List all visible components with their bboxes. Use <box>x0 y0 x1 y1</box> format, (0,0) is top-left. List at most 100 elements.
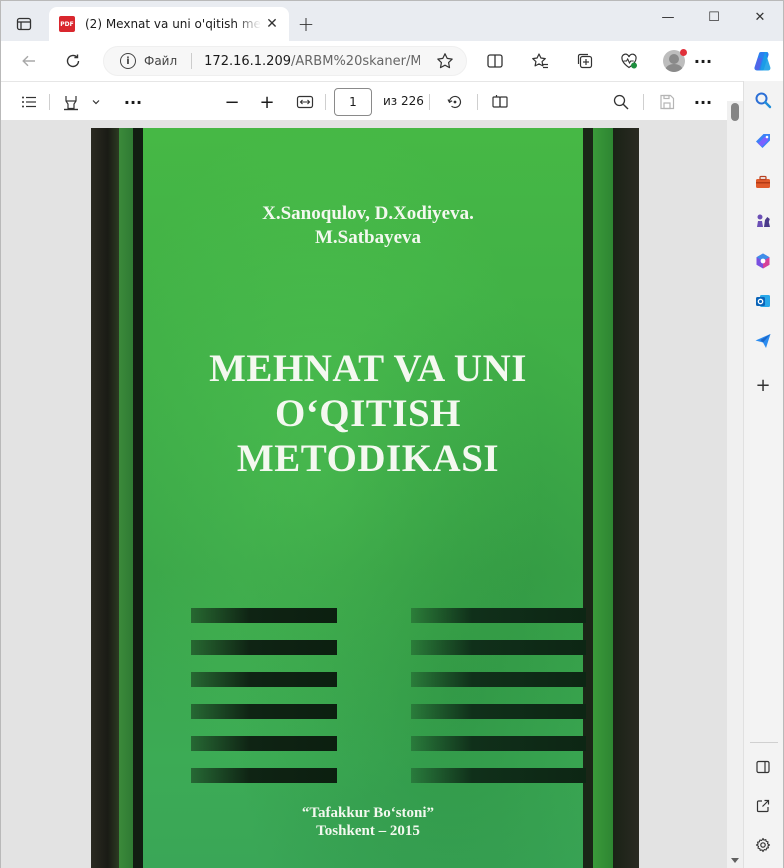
tab-actions-button[interactable] <box>11 11 37 37</box>
toolbox-icon <box>756 175 770 188</box>
sidebar-office-button[interactable] <box>752 250 774 272</box>
fit-width-icon <box>296 95 314 109</box>
vertical-scrollbar[interactable] <box>727 101 743 868</box>
search-icon <box>755 92 772 109</box>
sidebar-outlook-button[interactable] <box>752 290 774 312</box>
info-icon[interactable]: i <box>120 53 136 69</box>
publisher-line: “Tafakkur Bo‘stoni” <box>301 805 435 821</box>
minimize-button[interactable]: — <box>645 1 691 33</box>
decor-bar <box>191 608 337 623</box>
find-button[interactable] <box>609 90 633 114</box>
scheme-label: Файл <box>144 54 178 68</box>
close-window-button[interactable]: ✕ <box>737 1 783 33</box>
decorative-bars-right <box>411 608 586 800</box>
sidebar-search-button[interactable] <box>752 89 774 111</box>
fit-width-button[interactable] <box>293 90 317 114</box>
split-screen-icon <box>487 54 503 68</box>
refresh-button[interactable] <box>59 47 87 75</box>
pdf-viewport[interactable]: X.Sanoqulov, D.Xodiyeva. M.Satbayeva MEH… <box>1 121 727 868</box>
tab-actions-icon <box>16 17 32 31</box>
authors-line: M.Satbayeva <box>314 227 422 248</box>
search-icon <box>613 94 629 110</box>
page-view-button[interactable] <box>488 90 512 114</box>
sidebar-settings-button[interactable] <box>752 834 774 856</box>
collections-button[interactable] <box>575 51 595 71</box>
favorite-star-button[interactable] <box>436 52 454 74</box>
decor-bar <box>191 768 337 783</box>
navigation-bar: i Файл 172.16.1.209/ARBM%20skaner/M... ·… <box>1 41 783 81</box>
decor-bar <box>411 736 586 751</box>
list-icon <box>22 96 36 108</box>
copilot-button[interactable] <box>751 49 775 73</box>
minus-icon: − <box>224 91 240 113</box>
external-link-icon <box>756 799 770 813</box>
decor-bar <box>191 640 337 655</box>
page-view-icon <box>492 95 508 108</box>
url-text[interactable]: 172.16.1.209/ARBM%20skaner/M... <box>204 54 420 69</box>
authors-line: X.Sanoqulov, D.Xodiyeva. <box>262 203 474 224</box>
favorites-icon <box>532 53 548 69</box>
pdf-toolbar: ··· − + 1 из 226 ··· <box>1 81 743 121</box>
decor-bar <box>411 640 586 655</box>
save-button[interactable] <box>655 90 679 114</box>
address-bar[interactable]: i Файл 172.16.1.209/ARBM%20skaner/M... <box>103 46 467 76</box>
cover-stripe <box>133 128 143 868</box>
save-icon <box>660 94 675 110</box>
send-icon <box>755 334 771 348</box>
new-tab-button[interactable]: + <box>295 12 317 36</box>
highlight-button[interactable] <box>59 90 83 114</box>
pdf-more-button[interactable]: ··· <box>691 90 715 114</box>
tab-strip: PDF (2) Mexnat va uni o'qitish metodikas… <box>1 1 783 41</box>
decor-bar <box>411 768 586 783</box>
back-button[interactable] <box>15 47 43 75</box>
profile-notification-dot <box>680 49 687 56</box>
address-separator <box>191 53 193 69</box>
more-tools-button[interactable]: ··· <box>121 90 145 114</box>
edge-sidebar: + <box>743 81 783 868</box>
more-icon: ··· <box>693 51 713 71</box>
tab-close-button[interactable]: ✕ <box>263 15 281 33</box>
sidebar-shopping-button[interactable] <box>752 130 774 152</box>
more-icon: ··· <box>693 92 713 112</box>
sidebar-open-external-button[interactable] <box>752 795 774 817</box>
chess-icon <box>757 214 770 227</box>
browser-essentials-button[interactable] <box>619 51 639 71</box>
page-number-input[interactable]: 1 <box>334 88 372 116</box>
contents-button[interactable] <box>17 90 41 114</box>
pdf-file-icon: PDF <box>59 16 75 32</box>
cover-edge-right <box>613 128 639 868</box>
zoom-in-button[interactable]: + <box>256 90 278 114</box>
star-icon <box>437 53 453 69</box>
sidebar-tools-button[interactable] <box>752 171 774 193</box>
favorites-button[interactable] <box>530 51 550 71</box>
browser-window: PDF (2) Mexnat va uni o'qitish metodikas… <box>0 0 784 868</box>
scrollbar-thumb[interactable] <box>731 103 739 121</box>
title-line: MEHNAT VA UNI <box>209 347 527 390</box>
decorative-bars-left <box>191 608 337 800</box>
sidebar-drop-button[interactable] <box>752 330 774 352</box>
highlight-dropdown[interactable] <box>87 90 105 114</box>
book-authors: X.Sanoqulov, D.Xodiyeva. M.Satbayeva <box>143 202 593 250</box>
maximize-icon: ☐ <box>708 9 720 25</box>
sidebar-add-button[interactable]: + <box>752 374 774 396</box>
tab-title: (2) Mexnat va uni o'qitish metodikasi <box>85 17 261 31</box>
refresh-icon <box>66 54 80 68</box>
title-line: O‘QITISH <box>274 392 462 435</box>
rotate-button[interactable] <box>443 90 467 114</box>
split-screen-button[interactable] <box>485 51 505 71</box>
toolbar-separator <box>477 94 478 110</box>
zoom-out-button[interactable]: − <box>221 90 243 114</box>
cover-stripe <box>593 128 613 868</box>
tab-active[interactable]: PDF (2) Mexnat va uni o'qitish metodikas… <box>49 7 289 41</box>
cover-edge-left <box>91 128 119 868</box>
scroll-down-arrow[interactable] <box>731 858 739 863</box>
settings-more-button[interactable]: ··· <box>693 51 713 71</box>
sidebar-layout-button[interactable] <box>752 756 774 778</box>
sidebar-games-button[interactable] <box>752 210 774 232</box>
toolbar-separator <box>643 94 644 110</box>
chevron-down-icon <box>92 100 100 105</box>
copilot-icon <box>754 52 771 71</box>
page-total-label: из 226 <box>383 94 424 108</box>
decor-bar <box>411 672 586 687</box>
maximize-button[interactable]: ☐ <box>691 1 737 33</box>
